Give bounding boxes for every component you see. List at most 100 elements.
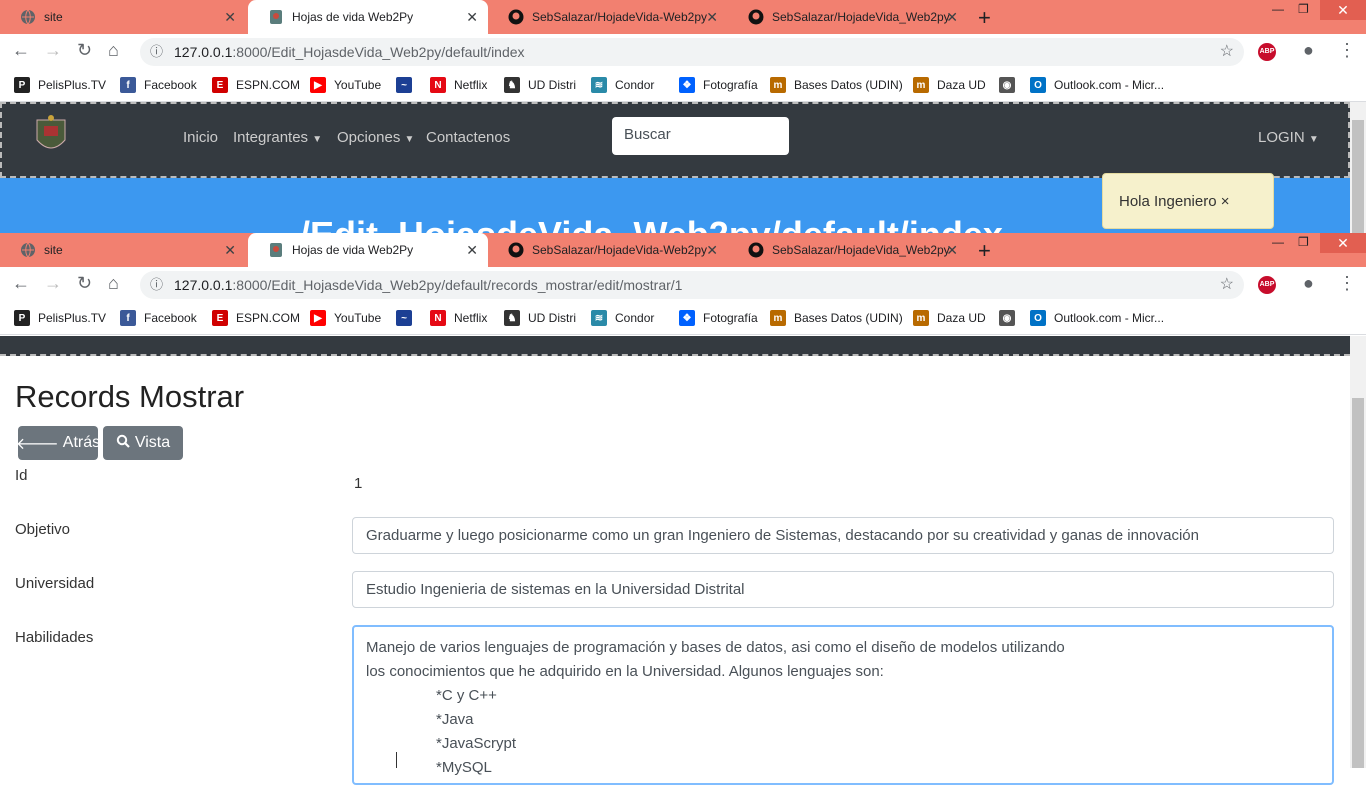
url-field[interactable]: ⓘ 127.0.0.1:8000/Edit_HojasdeVida_Web2py… (140, 38, 1244, 66)
habilidades-textarea[interactable]: Manejo de varios lenguajes de programaci… (352, 625, 1334, 785)
bookmark-label: UD Distri (528, 78, 576, 92)
nav-integrantes[interactable]: Integrantes ▼ (233, 129, 322, 146)
nav-opciones[interactable]: Opciones ▼ (337, 129, 414, 146)
reload-icon[interactable]: ↻ (77, 40, 92, 61)
search-input[interactable]: Buscar (612, 117, 789, 155)
site-favicon-icon (268, 242, 284, 258)
nav-contactenos[interactable]: Contactenos (426, 129, 510, 146)
info-icon: ⓘ (150, 44, 164, 59)
bookmark-item[interactable]: E ESPN.COM (212, 77, 300, 93)
bookmark-item[interactable]: m Daza UD (913, 310, 986, 326)
tab-title: SebSalazar/HojadeVida-Web2py (532, 243, 708, 257)
close-tab-icon[interactable]: ✕ (706, 242, 718, 259)
login-dropdown[interactable]: LOGIN ▼ (1258, 129, 1319, 146)
close-tab-icon[interactable]: ✕ (946, 242, 958, 259)
profile-icon[interactable]: ● (1303, 40, 1314, 61)
bookmark-item[interactable]: ◉ (999, 77, 1023, 93)
tab-github-2a[interactable]: SebSalazar/HojadeVida-Web2py ✕ (488, 233, 728, 267)
bookmark-star-icon[interactable]: ☆ (1220, 271, 1234, 299)
bookmark-favicon-icon: O (1030, 310, 1046, 326)
bookmark-item[interactable]: f Facebook (120, 310, 197, 326)
bookmark-item[interactable]: ❖ Fotografía (679, 77, 758, 93)
home-icon[interactable]: ⌂ (108, 40, 119, 61)
bookmark-item[interactable]: m Bases Datos (UDIN) (770, 310, 903, 326)
tab-site-2[interactable]: site ✕ (0, 233, 246, 267)
tab-github-1b[interactable]: SebSalazar/HojadeVida_Web2py ✕ (728, 0, 968, 34)
bookmark-item[interactable]: O Outlook.com - Micr... (1030, 77, 1164, 93)
minimize-icon[interactable]: — (1272, 235, 1284, 249)
objetivo-input[interactable]: Graduarme y luego posicionarme como un g… (352, 517, 1334, 554)
bookmark-item[interactable]: ~ (396, 77, 420, 93)
bookmark-item[interactable]: P PelisPlus.TV (14, 310, 106, 326)
bookmark-item[interactable]: N Netflix (430, 310, 487, 326)
new-tab-icon[interactable]: + (978, 5, 991, 31)
bookmark-item[interactable]: ~ (396, 310, 420, 326)
bookmark-item[interactable]: ▶ YouTube (310, 77, 381, 93)
bookmark-item[interactable]: P PelisPlus.TV (14, 77, 106, 93)
bookmark-favicon-icon: E (212, 310, 228, 326)
bookmark-item[interactable]: N Netflix (430, 77, 487, 93)
universidad-input[interactable]: Estudio Ingenieria de sistemas en la Uni… (352, 571, 1334, 608)
profile-icon[interactable]: ● (1303, 273, 1314, 294)
forward-arrow-icon[interactable]: → (44, 40, 62, 61)
caret-down-icon: ▼ (312, 134, 323, 145)
close-tab-icon[interactable]: ✕ (466, 9, 478, 26)
minimize-icon[interactable]: — (1272, 2, 1284, 16)
nav-inicio[interactable]: Inicio (183, 129, 218, 146)
tab-github-2b[interactable]: SebSalazar/HojadeVida_Web2py ✕ (728, 233, 968, 267)
url-host: 127.0.0.1 (174, 44, 233, 60)
bookmark-item[interactable]: ≋ Condor (591, 310, 654, 326)
close-tab-icon[interactable]: ✕ (466, 242, 478, 259)
close-tab-icon[interactable]: ✕ (224, 9, 236, 26)
bookmark-item[interactable]: ◉ (999, 310, 1023, 326)
bookmark-item[interactable]: ≋ Condor (591, 77, 654, 93)
close-tab-icon[interactable]: ✕ (706, 9, 718, 26)
view-button[interactable]: Vista (103, 426, 183, 460)
new-tab-icon[interactable]: + (978, 238, 991, 264)
bookmark-favicon-icon: ❖ (679, 77, 695, 93)
scrollbar-thumb-2[interactable] (1352, 398, 1364, 768)
tab-github-1a[interactable]: SebSalazar/HojadeVida-Web2py ✕ (488, 0, 728, 34)
bookmark-item[interactable]: ♞ UD Distri (504, 77, 576, 93)
adblock-icon[interactable]: ABP (1258, 276, 1276, 294)
bookmark-favicon-icon: P (14, 310, 30, 326)
bookmark-label: Facebook (144, 311, 197, 325)
bookmark-item[interactable]: ❖ Fotografía (679, 310, 758, 326)
close-window-icon[interactable]: ✕ (1320, 233, 1366, 253)
bookmark-item[interactable]: E ESPN.COM (212, 310, 300, 326)
back-arrow-icon[interactable]: ← (12, 40, 30, 61)
tab-hojas-1[interactable]: Hojas de vida Web2Py ✕ (248, 0, 488, 34)
scrollbar-thumb-1[interactable] (1352, 120, 1364, 233)
restore-icon[interactable]: ❐ (1298, 235, 1309, 249)
home-icon[interactable]: ⌂ (108, 273, 119, 294)
bookmark-favicon-icon: ◉ (999, 310, 1015, 326)
bookmark-label: PelisPlus.TV (38, 78, 107, 92)
bookmark-item[interactable]: f Facebook (120, 77, 197, 93)
adblock-icon[interactable]: ABP (1258, 43, 1276, 61)
bookmark-item[interactable]: ♞ UD Distri (504, 310, 576, 326)
bookmark-star-icon[interactable]: ☆ (1220, 38, 1234, 66)
bookmark-item[interactable]: m Bases Datos (UDIN) (770, 77, 903, 93)
reload-icon[interactable]: ↻ (77, 273, 92, 294)
tab-hojas-2[interactable]: Hojas de vida Web2Py ✕ (248, 233, 488, 267)
bookmark-favicon-icon: ◉ (999, 77, 1015, 93)
close-tab-icon[interactable]: ✕ (224, 242, 236, 259)
menu-icon[interactable]: ⋮ (1338, 273, 1356, 294)
menu-icon[interactable]: ⋮ (1338, 40, 1356, 61)
tab-site-1[interactable]: site ✕ (0, 0, 246, 34)
search-icon (116, 434, 130, 453)
bookmark-item[interactable]: m Daza UD (913, 77, 986, 93)
forward-arrow-icon[interactable]: → (44, 273, 62, 294)
back-arrow-icon[interactable]: ← (12, 273, 30, 294)
bookmark-favicon-icon: m (913, 77, 929, 93)
bookmark-item[interactable]: O Outlook.com - Micr... (1030, 310, 1164, 326)
close-tab-icon[interactable]: ✕ (946, 9, 958, 26)
bookmarks-bar-1: P PelisPlus.TV f Facebook E ESPN.COM ▶ YouTube ~… (0, 70, 1366, 102)
url-path: :8000/Edit_HojasdeVida_Web2py/default/in… (232, 44, 525, 60)
back-button[interactable]: 🡐 Atrás (16, 426, 100, 460)
flash-message[interactable]: Hola Ingeniero × (1102, 173, 1274, 229)
url-field[interactable]: ⓘ 127.0.0.1:8000/Edit_HojasdeVida_Web2py… (140, 271, 1244, 299)
close-window-icon[interactable]: ✕ (1320, 0, 1366, 20)
bookmark-item[interactable]: ▶ YouTube (310, 310, 381, 326)
restore-icon[interactable]: ❐ (1298, 2, 1309, 16)
